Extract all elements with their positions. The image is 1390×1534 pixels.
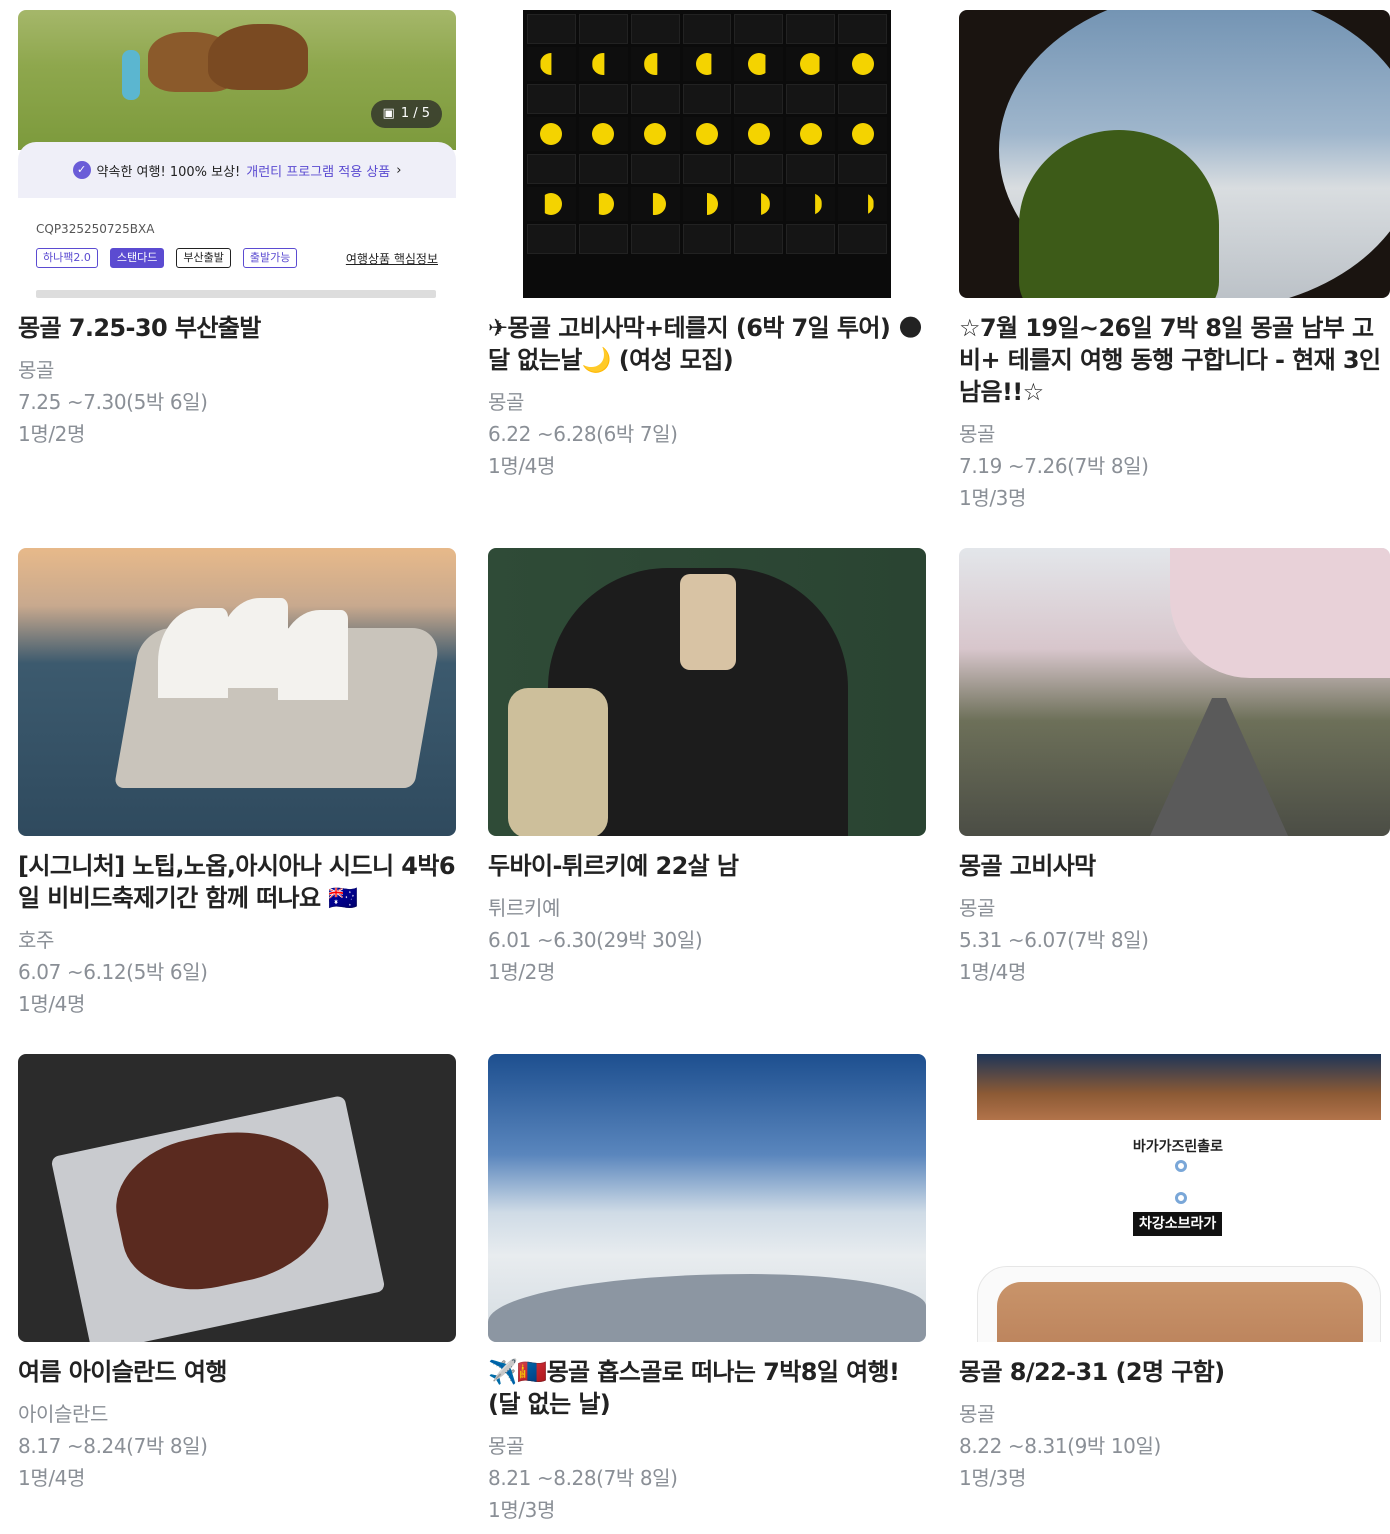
trip-meta: 몽골 7.19 ~7.26(7박 8일) 1명/3명	[959, 418, 1390, 514]
child-figure	[122, 50, 140, 100]
route-stop-label: 바가가즈린촐로	[1132, 1139, 1224, 1155]
guarantee-banner[interactable]: ✓ 약속한 여행! 100% 보상! 개런티 프로그램 적용 상품 ›	[18, 142, 456, 198]
product-tags: 하나팩2.0 스탠다드 부산출발 출발가능	[36, 248, 298, 268]
trip-people: 1명/2명	[18, 422, 85, 446]
trip-people: 1명/3명	[959, 486, 1026, 510]
tag: 스탠다드	[109, 248, 165, 268]
trip-dates: 7.19 ~7.26(7박 8일)	[959, 454, 1149, 478]
trip-location: 몽골	[959, 1402, 995, 1426]
truncated-text	[36, 290, 436, 298]
trip-card[interactable]: [시그니처] 노팁,노옵,아시아나 시드니 4박6일 비비드축제기간 함께 떠나…	[18, 548, 456, 1020]
trip-people: 1명/3명	[488, 1498, 555, 1522]
trip-title[interactable]: 몽골 고비사막	[959, 850, 1390, 882]
rock-cliff-image	[977, 1054, 1381, 1120]
trip-meta: 튀르키예 6.01 ~6.30(29박 30일) 1명/2명	[488, 892, 926, 988]
moon-calendar-image	[523, 10, 891, 298]
check-badge-icon: ✓	[72, 161, 91, 179]
trip-meta: 몽골 6.22 ~6.28(6박 7일) 1명/4명	[488, 386, 926, 482]
trip-thumbnail[interactable]: ▣ 1 / 5 ✓ 약속한 여행! 100% 보상! 개런티 프로그램 적용 상…	[18, 10, 456, 298]
route-dot-icon	[1175, 1192, 1187, 1204]
trip-dates: 6.01 ~6.30(29박 30일)	[488, 928, 703, 952]
trip-card[interactable]: ✈몽골 고비사막+테를지 (6박 7일 투어) 🌑달 없는날🌙 (여성 모집) …	[488, 10, 926, 482]
image-icon: ▣	[382, 106, 395, 121]
trip-dates: 8.21 ~8.28(7박 8일)	[488, 1466, 678, 1490]
trip-location: 호주	[18, 928, 54, 952]
trip-card[interactable]: ▣ 1 / 5 ✓ 약속한 여행! 100% 보상! 개런티 프로그램 적용 상…	[18, 10, 456, 450]
camel-figure	[208, 24, 308, 90]
trip-location: 몽골	[959, 422, 995, 446]
banner-text: 약속한 여행! 100% 보상!	[96, 164, 241, 180]
tag: 부산출발	[176, 248, 231, 268]
trip-meta: 몽골 7.25 ~7.30(5박 6일) 1명/2명	[18, 354, 456, 450]
trip-people: 1명/3명	[959, 1466, 1026, 1490]
image-counter-text: 1 / 5	[400, 106, 430, 121]
trip-thumbnail[interactable]	[18, 1054, 456, 1342]
trip-dates: 6.07 ~6.12(5박 6일)	[18, 960, 208, 984]
airplane-wing-figure	[488, 1274, 926, 1342]
tag: 출발가능	[242, 248, 298, 268]
trip-thumbnail[interactable]: 바가가즈린촐로 차강소브라가	[959, 1054, 1390, 1342]
trip-people: 1명/2명	[488, 960, 555, 984]
trip-thumbnail[interactable]	[488, 548, 926, 836]
trip-title[interactable]: 몽골 8/22-31 (2명 구함)	[959, 1356, 1390, 1388]
trip-title[interactable]: 여름 아이슬란드 여행	[18, 1356, 456, 1388]
phone-figure	[680, 574, 736, 670]
trip-meta: 몽골 5.31 ~6.07(7박 8일) 1명/4명	[959, 892, 1390, 988]
cherry-blossom-figure	[1170, 548, 1390, 678]
trip-meta: 몽골 8.21 ~8.28(7박 8일) 1명/3명	[488, 1430, 926, 1526]
trip-location: 몽골	[959, 896, 995, 920]
trip-thumbnail[interactable]	[18, 548, 456, 836]
trip-title[interactable]: 몽골 7.25-30 부산출발	[18, 312, 456, 344]
trip-card[interactable]: 여름 아이슬란드 여행 아이슬란드 8.17 ~8.24(7박 8일) 1명/4…	[18, 1054, 456, 1494]
chevron-right-icon: ›	[396, 162, 402, 178]
trip-title[interactable]: ✈️🇲🇳몽골 홉스골로 떠나는 7박8일 여행! (달 없는 날)	[488, 1356, 926, 1420]
trip-dates: 8.22 ~8.31(9박 10일)	[959, 1434, 1161, 1458]
trip-thumbnail[interactable]	[488, 10, 926, 298]
trip-location: 튀르키예	[488, 896, 560, 920]
trip-location: 몽골	[18, 358, 54, 382]
trip-meta: 호주 6.07 ~6.12(5박 6일) 1명/4명	[18, 924, 456, 1020]
route-dot-icon	[1175, 1160, 1187, 1172]
trip-dates: 6.22 ~6.28(6박 7일)	[488, 422, 678, 446]
trip-location: 아이슬란드	[18, 1402, 108, 1426]
trip-location: 몽골	[488, 1434, 524, 1458]
route-stop-label: 차강소브라가	[1133, 1212, 1223, 1236]
towel-figure	[508, 688, 608, 836]
trip-location: 몽골	[488, 390, 524, 414]
trip-card[interactable]: ☆7월 19일~26일 7박 8일 몽골 남부 고비+ 테를지 여행 동행 구합…	[959, 10, 1390, 514]
trip-thumbnail[interactable]	[959, 548, 1390, 836]
banner-highlight: 개런티 프로그램 적용 상품	[246, 164, 391, 180]
trip-people: 1명/4명	[18, 1466, 85, 1490]
trip-card[interactable]: 두바이-튀르키예 22살 남 튀르키예 6.01 ~6.30(29박 30일) …	[488, 548, 926, 988]
trip-meta: 아이슬란드 8.17 ~8.24(7박 8일) 1명/4명	[18, 1398, 456, 1494]
trip-thumbnail[interactable]	[959, 10, 1390, 298]
trip-people: 1명/4명	[18, 992, 85, 1016]
trip-title[interactable]: 두바이-튀르키예 22살 남	[488, 850, 926, 882]
path-figure	[1149, 698, 1289, 836]
trip-people: 1명/4명	[488, 454, 555, 478]
tag: 하나팩2.0	[36, 248, 98, 268]
trip-meta: 몽골 8.22 ~8.31(9박 10일) 1명/3명	[959, 1398, 1390, 1494]
trip-card[interactable]: ✈️🇲🇳몽골 홉스골로 떠나는 7박8일 여행! (달 없는 날) 몽골 8.2…	[488, 1054, 926, 1526]
trip-title[interactable]: ✈몽골 고비사막+테를지 (6박 7일 투어) 🌑달 없는날🌙 (여성 모집)	[488, 312, 926, 376]
trip-dates: 8.17 ~8.24(7박 8일)	[18, 1434, 208, 1458]
trip-people: 1명/4명	[959, 960, 1026, 984]
trip-card[interactable]: 몽골 고비사막 몽골 5.31 ~6.07(7박 8일) 1명/4명	[959, 548, 1390, 988]
key-info-link[interactable]: 여행상품 핵심정보	[346, 250, 438, 267]
image-counter: ▣ 1 / 5	[370, 100, 442, 128]
desert-image	[997, 1282, 1363, 1342]
camel-photo: ▣ 1 / 5	[18, 10, 456, 150]
trip-dates: 5.31 ~6.07(7박 8일)	[959, 928, 1149, 952]
trip-card[interactable]: 바가가즈린촐로 차강소브라가 몽골 8/22-31 (2명 구함) 몽골 8.2…	[959, 1054, 1390, 1494]
trip-thumbnail[interactable]	[488, 1054, 926, 1342]
trip-dates: 7.25 ~7.30(5박 6일)	[18, 390, 208, 414]
product-code: CQP325250725BXA	[36, 222, 155, 236]
trip-title[interactable]: ☆7월 19일~26일 7박 8일 몽골 남부 고비+ 테를지 여행 동행 구합…	[959, 312, 1390, 408]
trip-title[interactable]: [시그니처] 노팁,노옵,아시아나 시드니 4박6일 비비드축제기간 함께 떠나…	[18, 850, 456, 914]
opera-shell	[278, 610, 348, 700]
